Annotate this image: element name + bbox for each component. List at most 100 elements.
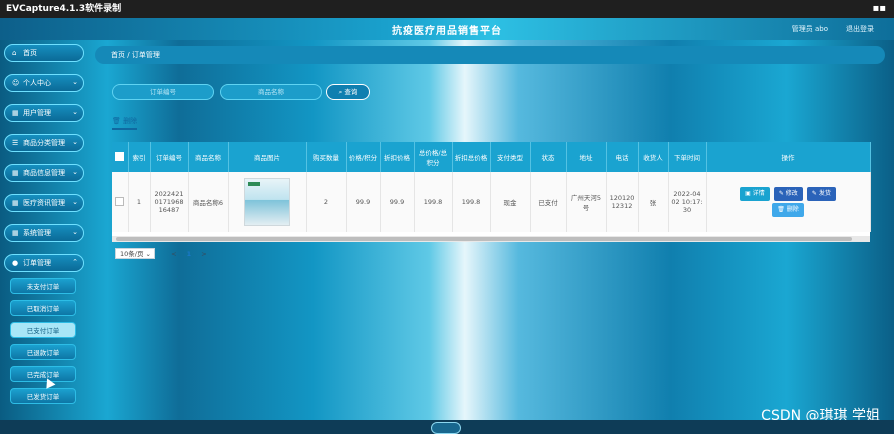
sidebar-item-products[interactable]: ▦ 商品信息管理 ⌄ <box>4 164 84 182</box>
delete-label: 删除 <box>786 206 799 213</box>
prev-page-button[interactable]: < <box>171 250 176 258</box>
submenu-refunded-orders[interactable]: 已退款订单 <box>10 344 76 360</box>
breadcrumb-home[interactable]: 首页 <box>111 51 125 59</box>
orders-table: 索引 订单编号 商品名称 商品图片 购买数量 价格/积分 折扣价格 总价格/总积… <box>112 142 871 236</box>
grid-icon: ▦ <box>12 169 19 177</box>
sidebar-item-system[interactable]: ▦ 系统管理 ⌄ <box>4 224 84 242</box>
cell-discount-total: 199.8 <box>452 172 491 232</box>
select-all-checkbox[interactable] <box>112 142 129 172</box>
submenu-cancelled-orders[interactable]: 已取消订单 <box>10 300 76 316</box>
query-button[interactable]: ⌕ 查询 <box>326 84 370 100</box>
site-title: 抗疫医疗用品销售平台 <box>392 26 502 37</box>
col-header: 地址 <box>566 142 607 172</box>
cell-quantity: 2 <box>306 172 347 232</box>
submenu-paid-orders[interactable]: 已支付订单 <box>10 322 76 338</box>
orders-panel: 订单编号 商品名称 ⌕ 查询 🗑 删除 索引 订单编号 商品名称 商品图片 购买… <box>95 68 885 420</box>
bottom-bar <box>0 420 894 434</box>
sidebar-item-label: 用户管理 <box>23 109 51 117</box>
horizontal-scrollbar[interactable] <box>112 236 870 242</box>
top-header: 抗疫医疗用品销售平台 管理员 abo 退出登录 <box>0 18 894 40</box>
col-header: 总价格/总积分 <box>414 142 453 172</box>
cell-phone: 12012012312 <box>606 172 639 232</box>
col-header: 状态 <box>530 142 567 172</box>
chevron-down-icon: ⌄ <box>72 78 78 86</box>
sidebar-item-label: 系统管理 <box>23 229 51 237</box>
current-page[interactable]: 1 <box>187 250 192 258</box>
col-header: 商品名称 <box>188 142 229 172</box>
col-header: 下单时间 <box>668 142 707 172</box>
cell-receiver: 张 <box>638 172 669 232</box>
home-icon: ⌂ <box>12 49 17 57</box>
cell-total: 199.8 <box>414 172 453 232</box>
cell-discount-price: 99.9 <box>380 172 415 232</box>
sidebar-item-label: 商品分类管理 <box>23 139 65 147</box>
sidebar: ⌂ 首页 ☺ 个人中心 ⌄ ▦ 用户管理 ⌄ ☰ 商品分类管理 ⌄ ▦ 商品信息… <box>4 44 84 410</box>
ship-button[interactable]: ✎ 发货 <box>806 187 836 201</box>
submenu-shipped-orders[interactable]: 已发货订单 <box>10 388 76 404</box>
product-name-input[interactable]: 商品名称 <box>220 84 322 100</box>
chevron-up-icon: ⌃ <box>72 258 78 266</box>
delete-button[interactable]: 🗑 删除 <box>772 203 804 217</box>
record-control-knob[interactable] <box>431 422 461 434</box>
breadcrumb-separator: / <box>127 51 130 59</box>
chevron-down-icon: ⌄ <box>72 138 78 146</box>
cell-address: 广州天河5号 <box>566 172 607 232</box>
col-header: 索引 <box>128 142 151 172</box>
pencil-icon: ✎ <box>778 190 784 197</box>
cell-index: 1 <box>128 172 151 232</box>
current-user[interactable]: 管理员 abo <box>792 24 828 34</box>
col-header: 订单编号 <box>150 142 189 172</box>
table-row: 1 20224210171968 16487 商品名称6 2 99.9 99.9… <box>112 172 871 232</box>
window-titlebar: EVCapture4.1.3软件录制 ▪▪ <box>0 0 894 18</box>
sidebar-item-categories[interactable]: ☰ 商品分类管理 ⌄ <box>4 134 84 152</box>
page-size-value: 10条/页 <box>120 250 144 258</box>
order-icon: ● <box>12 259 19 267</box>
col-header: 购买数量 <box>306 142 347 172</box>
batch-delete-label: 删除 <box>123 117 138 125</box>
edit-button[interactable]: ✎ 修改 <box>773 187 803 201</box>
sidebar-item-label: 个人中心 <box>23 79 51 87</box>
col-header: 折扣价格 <box>380 142 415 172</box>
sidebar-item-users[interactable]: ▦ 用户管理 ⌄ <box>4 104 84 122</box>
next-page-button[interactable]: > <box>201 250 206 258</box>
col-header: 收货人 <box>638 142 669 172</box>
cell-price: 99.9 <box>346 172 381 232</box>
order-no-input[interactable]: 订单编号 <box>112 84 214 100</box>
grid-icon: ▦ <box>12 199 19 207</box>
cell-status: 已支付 <box>530 172 567 232</box>
sidebar-item-personal[interactable]: ☺ 个人中心 ⌄ <box>4 74 84 92</box>
user-icon: ☺ <box>12 79 20 87</box>
detail-button[interactable]: ▣ 详情 <box>740 187 770 201</box>
cell-time: 2022-04 02 10:17:30 <box>668 172 707 232</box>
ship-label: 发货 <box>818 190 831 197</box>
col-header: 折扣总价格 <box>452 142 491 172</box>
cell-product-image <box>228 172 307 232</box>
grid-icon: ▦ <box>12 229 19 237</box>
cell-order-no: 20224210171968 16487 <box>150 172 189 232</box>
trash-icon: 🗑 <box>112 117 121 125</box>
cell-actions: ▣ 详情 ✎ 修改 ✎ 发货 🗑 删除 <box>706 172 871 232</box>
breadcrumb: 首页 / 订单管理 <box>95 46 885 64</box>
window-controls-icon[interactable]: ▪▪ <box>872 0 886 18</box>
scrollbar-thumb[interactable] <box>116 237 852 241</box>
grid-icon: ▦ <box>12 109 19 117</box>
table-header-row: 索引 订单编号 商品名称 商品图片 购买数量 价格/积分 折扣价格 总价格/总积… <box>112 142 871 172</box>
main-content: 首页 / 订单管理 订单编号 商品名称 ⌕ 查询 🗑 删除 索引 订单编号 商品… <box>95 46 885 420</box>
row-checkbox[interactable] <box>112 172 129 232</box>
sidebar-item-home[interactable]: ⌂ 首页 <box>4 44 84 62</box>
batch-delete-button[interactable]: 🗑 删除 <box>112 116 138 130</box>
search-icon: ⌕ <box>338 88 343 96</box>
chevron-down-icon: ⌄ <box>72 198 78 206</box>
submenu-unpaid-orders[interactable]: 未支付订单 <box>10 278 76 294</box>
pencil-icon: ✎ <box>811 190 817 197</box>
sidebar-item-orders[interactable]: ● 订单管理 ⌃ <box>4 254 84 272</box>
product-image <box>244 178 290 226</box>
sidebar-item-news[interactable]: ▦ 医疗资讯管理 ⌄ <box>4 194 84 212</box>
app-title: EVCapture4.1.3软件录制 <box>6 4 122 14</box>
page-size-select[interactable]: 10条/页 ⌄ <box>115 248 155 259</box>
col-header: 支付类型 <box>490 142 531 172</box>
detail-label: 详情 <box>752 190 765 197</box>
list-icon: ☰ <box>12 139 19 147</box>
breadcrumb-current: 订单管理 <box>131 51 160 59</box>
logout-link[interactable]: 退出登录 <box>846 24 874 34</box>
